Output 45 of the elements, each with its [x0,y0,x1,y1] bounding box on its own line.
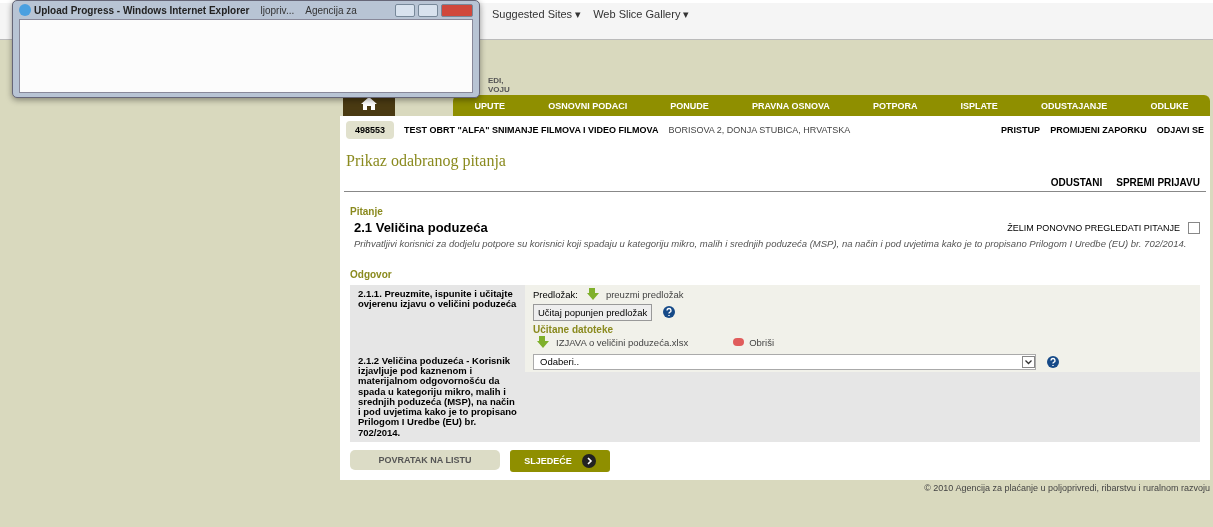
field-label: 2.1.2 Veličina poduzeća - Korisnik izjavljuje pod kaznenom i materijalnom odgovornošću da spada u kategoriju mikro, malih i srednjih poduzeća (MSP), na način i pod uvjetima kako je to propisano Prilogom I Uredbe (EU) br. 702/2014. [357,353,518,440]
logo-text: EDI, [488,76,505,85]
page-title: Prikaz odabranog pitanja [345,151,507,170]
window-title: Upload Progress - Windows Internet Explorer [34,4,250,16]
dropdown-caret-icon [1022,355,1035,368]
browser-tab[interactable]: Agencija za [305,4,357,16]
home-icon [361,96,377,110]
select-field[interactable]: Odaberi.. [533,353,1036,370]
section-heading: Pitanje [349,205,384,219]
account-link[interactable]: PRISTUP [1001,125,1041,135]
footer-text: © 2010 Agencija za plaćanje u poljoprivredi, ribarstvu i ruralnom razvoju [923,481,1210,493]
help-icon[interactable] [663,306,676,319]
upload-button[interactable]: Učitaj popunjen predložak [533,303,653,321]
template-label: Predložak: [533,288,578,300]
account-link[interactable]: PROMIJENI ZAPORKU [1050,125,1147,135]
globe-icon [19,4,31,16]
close-button[interactable] [441,3,473,17]
field-label: 2.1.1. Preuzmite, ispunite i učitajte ovjerenu izjavu o veličini poduzeća [357,286,518,312]
download-arrow-icon [537,336,551,349]
help-icon[interactable] [1047,355,1059,368]
review-checkbox[interactable] [1188,221,1200,234]
favorites-link[interactable]: Web Slice Gallery ▾ [593,8,690,21]
user-name: TEST OBRT "ALFA" SNIMANJE FILMOVA I VIDEO FILMOVA [404,125,659,135]
favorites-link[interactable]: Suggested Sites ▾ [492,8,582,21]
account-link[interactable]: ODJAVI SE [1156,125,1204,135]
delete-icon [733,338,745,347]
arrow-right-icon [581,453,596,468]
action-link[interactable]: SPREMI PRIJAVU [1116,177,1200,188]
browser-tab[interactable]: ljopriv... [260,4,295,16]
uploaded-files-heading: Učitane datoteke [533,323,615,335]
back-button[interactable]: POVRATAK NA LISTU [350,449,500,470]
maximize-button[interactable] [418,3,438,17]
user-id-badge: 498553 [346,121,395,139]
section-heading: Odgovor [349,267,393,282]
question-description: Prihvatljivi korisnici za dodjelu potpore su korisnici koji spadaju u kategoriju mikro, malih i srednjih poduzeća (MSP), na način i pod uvjetima kako je to propisano Prilogom I Uredbe (EU) br. 702/2014. [353,237,1188,251]
download-arrow-icon [586,288,601,301]
user-address: BORISOVA 2, DONJA STUBICA, HRVATSKA [668,125,851,135]
download-template-link[interactable]: preuzmi predložak [605,288,684,300]
delete-link[interactable]: Obriši [749,336,774,348]
file-link[interactable]: IZJAVA o veličini poduzeća.xlsx [556,336,689,348]
action-link[interactable]: ODUSTANI [1050,177,1103,188]
minimize-button[interactable] [395,3,415,17]
logo-text: VOJU [488,85,511,94]
question-title: 2.1 Veličina poduzeća [354,220,489,235]
review-label: ŽELIM PONOVNO PREGLEDATI PITANJE [1007,222,1180,233]
